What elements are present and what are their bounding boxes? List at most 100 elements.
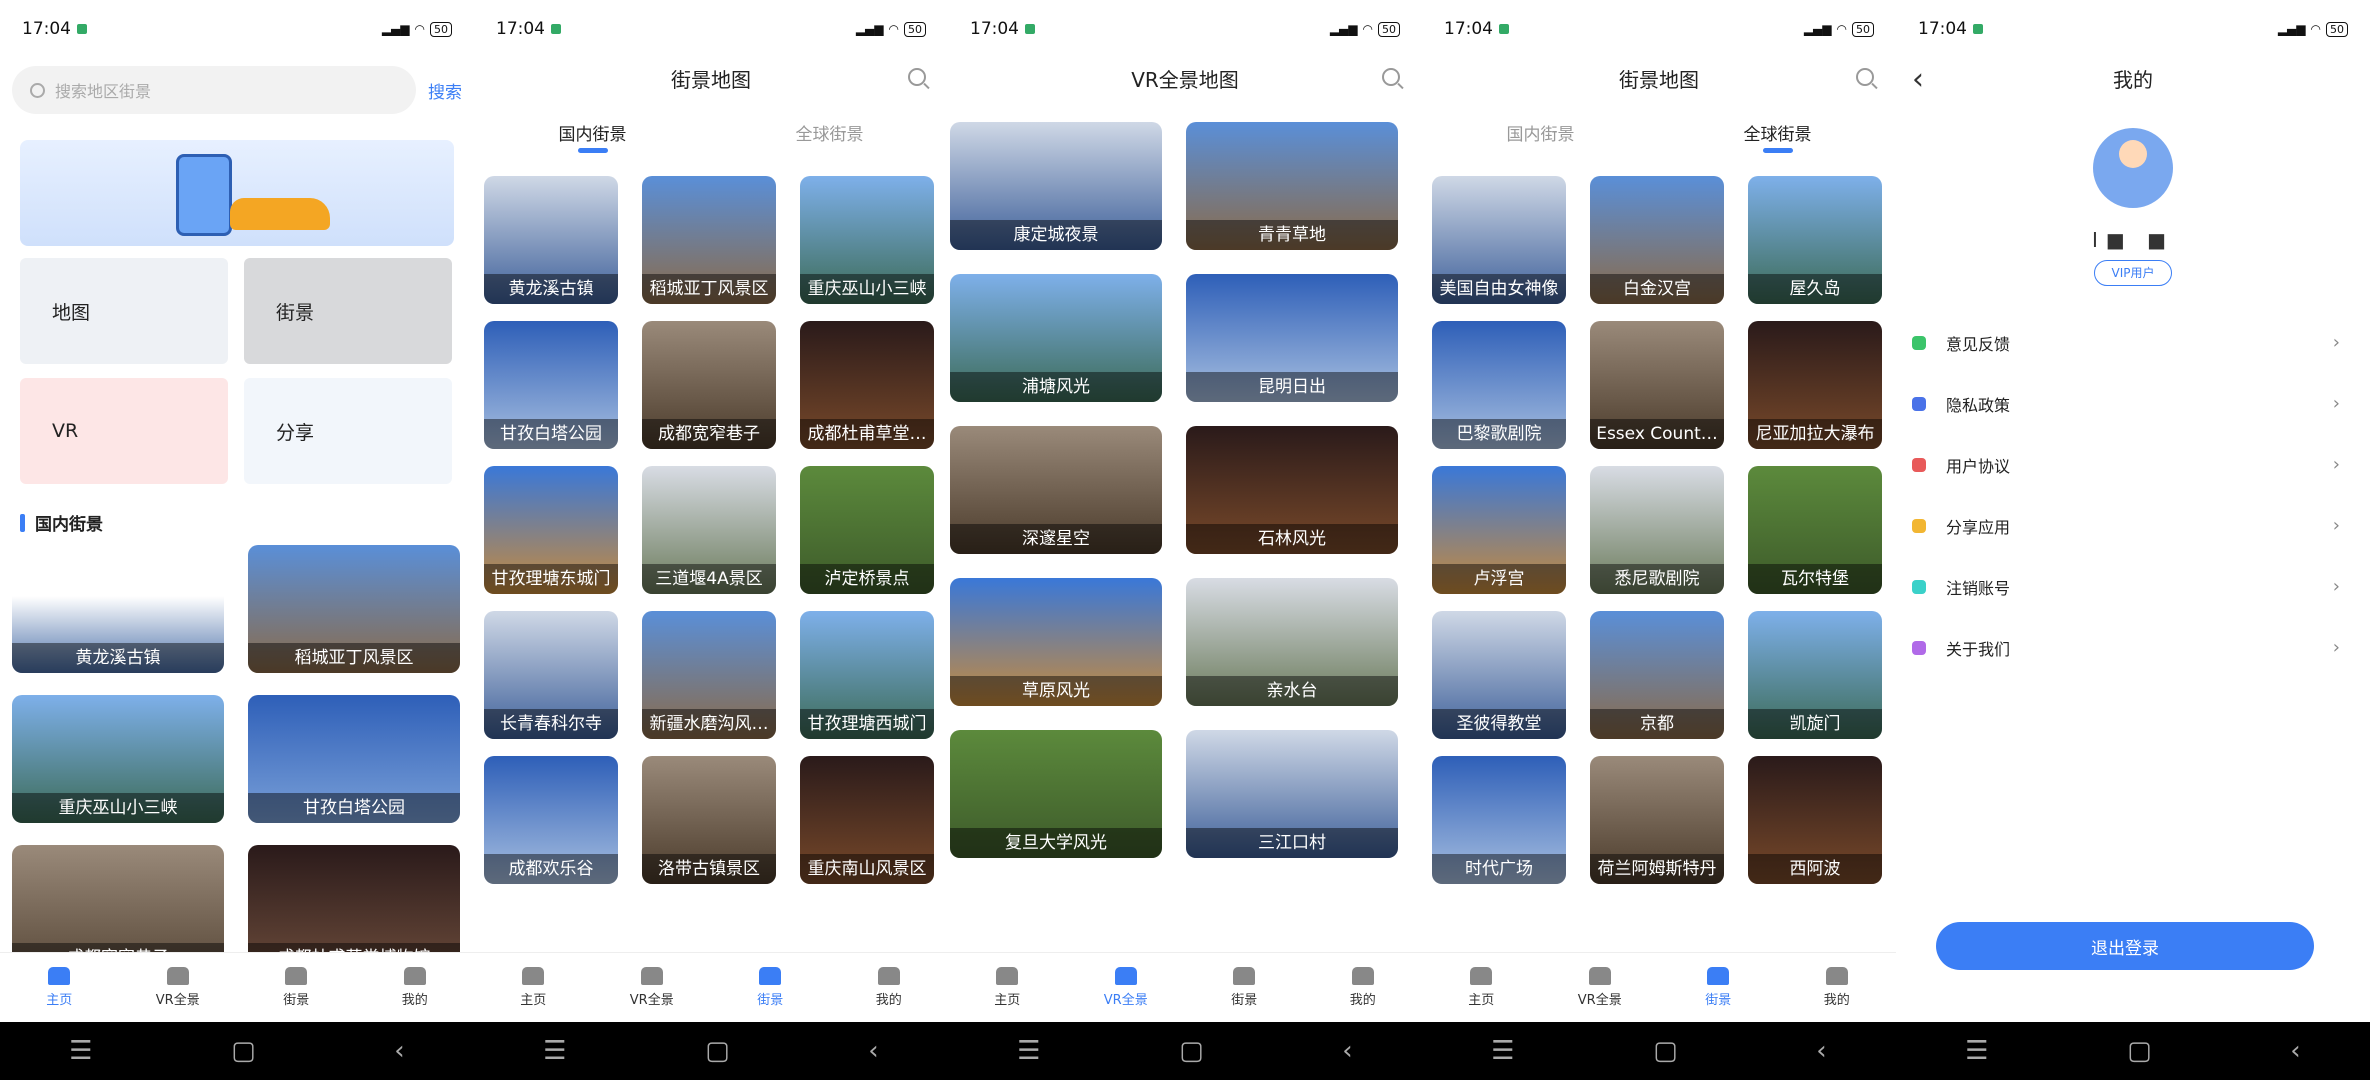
scene-card[interactable]: 三道堰4A景区 bbox=[642, 466, 776, 594]
tab-domestic[interactable]: 国内街景 bbox=[474, 110, 711, 170]
nav-street[interactable]: 街景 bbox=[1185, 953, 1304, 1022]
feature-map[interactable]: 地图 bbox=[20, 258, 228, 364]
home-square-icon[interactable]: ▢ bbox=[1179, 1036, 1204, 1066]
scene-card[interactable]: Essex Count… bbox=[1590, 321, 1724, 449]
scene-card[interactable]: 长青春科尔寺 bbox=[484, 611, 618, 739]
scene-card[interactable]: 荷兰阿姆斯特丹 bbox=[1590, 756, 1724, 884]
logout-button[interactable]: 退出登录 bbox=[1936, 922, 2314, 970]
scene-card[interactable]: 三江口村 bbox=[1186, 730, 1398, 858]
menu-item[interactable]: 关于我们 › bbox=[1896, 617, 2370, 678]
menu-item[interactable]: 意见反馈 › bbox=[1896, 312, 2370, 373]
feature-street[interactable]: 街景 bbox=[244, 258, 452, 364]
scene-card[interactable]: 甘孜理塘西城门 bbox=[800, 611, 934, 739]
scene-card[interactable]: 稻城亚丁风景区 bbox=[248, 545, 460, 673]
nav-street[interactable]: 街景 bbox=[237, 953, 356, 1022]
menu-icon[interactable]: ☰ bbox=[1965, 1036, 1988, 1066]
home-square-icon[interactable]: ▢ bbox=[2127, 1036, 2152, 1066]
scene-card[interactable]: 石林风光 bbox=[1186, 426, 1398, 554]
scene-card[interactable]: 重庆巫山小三峡 bbox=[800, 176, 934, 304]
home-banner[interactable] bbox=[20, 140, 454, 246]
home-square-icon[interactable]: ▢ bbox=[705, 1036, 730, 1066]
scene-card[interactable]: 屋久岛 bbox=[1748, 176, 1882, 304]
nav-me[interactable]: 我的 bbox=[830, 953, 949, 1022]
nav-me[interactable]: 我的 bbox=[1304, 953, 1423, 1022]
nav-me[interactable]: 我的 bbox=[356, 953, 475, 1022]
search-button[interactable]: 搜索 bbox=[428, 78, 462, 103]
scene-card[interactable]: 圣彼得教堂 bbox=[1432, 611, 1566, 739]
scene-card[interactable]: 泸定桥景点 bbox=[800, 466, 934, 594]
scene-card[interactable]: 尼亚加拉大瀑布 bbox=[1748, 321, 1882, 449]
menu-icon[interactable]: ☰ bbox=[69, 1036, 92, 1066]
nav-vr[interactable]: VR全景 bbox=[1541, 953, 1660, 1022]
back-icon[interactable]: ‹ bbox=[1342, 1036, 1352, 1066]
search-icon[interactable] bbox=[1856, 68, 1874, 86]
menu-item[interactable]: 注销账号 › bbox=[1896, 556, 2370, 617]
feature-vr[interactable]: VR bbox=[20, 378, 228, 484]
scene-card[interactable]: 瓦尔特堡 bbox=[1748, 466, 1882, 594]
home-search-input[interactable]: 搜索地区街景 bbox=[12, 66, 416, 114]
back-icon[interactable]: ‹ bbox=[1912, 62, 1924, 97]
scene-card[interactable]: 成都杜甫草堂… bbox=[800, 321, 934, 449]
back-icon[interactable]: ‹ bbox=[1816, 1036, 1826, 1066]
scene-card[interactable]: 洛带古镇景区 bbox=[642, 756, 776, 884]
scene-card[interactable]: 重庆巫山小三峡 bbox=[12, 695, 224, 823]
scene-card[interactable]: 黄龙溪古镇 bbox=[12, 545, 224, 673]
back-icon[interactable]: ‹ bbox=[394, 1036, 404, 1066]
menu-icon[interactable]: ☰ bbox=[543, 1036, 566, 1066]
home-square-icon[interactable]: ▢ bbox=[1653, 1036, 1678, 1066]
street-icon bbox=[1707, 967, 1730, 985]
search-icon[interactable] bbox=[1382, 68, 1400, 86]
back-icon[interactable]: ‹ bbox=[868, 1036, 878, 1066]
scene-card[interactable]: 西阿波 bbox=[1748, 756, 1882, 884]
scene-card[interactable]: 成都宽窄巷子 bbox=[642, 321, 776, 449]
system-nav-bar: ☰ ▢ ‹ bbox=[948, 1022, 1422, 1080]
menu-item[interactable]: 用户协议 › bbox=[1896, 434, 2370, 495]
scene-card[interactable]: 青青草地 bbox=[1186, 122, 1398, 250]
nav-vr[interactable]: VR全景 bbox=[119, 953, 238, 1022]
scene-card[interactable]: 凯旋门 bbox=[1748, 611, 1882, 739]
scene-card[interactable]: 重庆南山风景区 bbox=[800, 756, 934, 884]
feature-share[interactable]: 分享 bbox=[244, 378, 452, 484]
scene-card[interactable]: 京都 bbox=[1590, 611, 1724, 739]
nav-street[interactable]: 街景 bbox=[711, 953, 830, 1022]
menu-icon[interactable]: ☰ bbox=[1017, 1036, 1040, 1066]
nav-vr[interactable]: VR全景 bbox=[1067, 953, 1186, 1022]
scene-card[interactable]: 巴黎歌剧院 bbox=[1432, 321, 1566, 449]
scene-card[interactable]: 康定城夜景 bbox=[950, 122, 1162, 250]
search-icon[interactable] bbox=[908, 68, 926, 86]
menu-icon[interactable]: ☰ bbox=[1491, 1036, 1514, 1066]
menu-item[interactable]: 分享应用 › bbox=[1896, 495, 2370, 556]
scene-card[interactable]: 甘孜理塘东城门 bbox=[484, 466, 618, 594]
scene-card[interactable]: 美国自由女神像 bbox=[1432, 176, 1566, 304]
scene-card[interactable]: 浦塘风光 bbox=[950, 274, 1162, 402]
scene-card[interactable]: 卢浮宫 bbox=[1432, 466, 1566, 594]
menu-item[interactable]: 隐私政策 › bbox=[1896, 373, 2370, 434]
back-icon[interactable]: ‹ bbox=[2290, 1036, 2300, 1066]
scene-card[interactable]: 新疆水磨沟风… bbox=[642, 611, 776, 739]
scene-card[interactable]: 甘孜白塔公园 bbox=[484, 321, 618, 449]
scene-card[interactable]: 亲水台 bbox=[1186, 578, 1398, 706]
scene-card[interactable]: 成都欢乐谷 bbox=[484, 756, 618, 884]
tab-domestic[interactable]: 国内街景 bbox=[1422, 110, 1659, 170]
scene-card[interactable]: 黄龙溪古镇 bbox=[484, 176, 618, 304]
tab-global[interactable]: 全球街景 bbox=[711, 110, 948, 170]
nav-street[interactable]: 街景 bbox=[1659, 953, 1778, 1022]
scene-card[interactable]: 复旦大学风光 bbox=[950, 730, 1162, 858]
scene-card[interactable]: 白金汉宫 bbox=[1590, 176, 1724, 304]
scene-card[interactable]: 时代广场 bbox=[1432, 756, 1566, 884]
nav-home[interactable]: 主页 bbox=[1422, 953, 1541, 1022]
nav-me[interactable]: 我的 bbox=[1778, 953, 1897, 1022]
scene-card[interactable]: 草原风光 bbox=[950, 578, 1162, 706]
avatar[interactable] bbox=[2093, 128, 2173, 208]
nav-home[interactable]: 主页 bbox=[948, 953, 1067, 1022]
scene-card[interactable]: 甘孜白塔公园 bbox=[248, 695, 460, 823]
nav-vr[interactable]: VR全景 bbox=[593, 953, 712, 1022]
scene-card[interactable]: 悉尼歌剧院 bbox=[1590, 466, 1724, 594]
scene-card[interactable]: 昆明日出 bbox=[1186, 274, 1398, 402]
nav-home[interactable]: 主页 bbox=[0, 953, 119, 1022]
scene-card[interactable]: 深邃星空 bbox=[950, 426, 1162, 554]
home-square-icon[interactable]: ▢ bbox=[231, 1036, 256, 1066]
scene-card[interactable]: 稻城亚丁风景区 bbox=[642, 176, 776, 304]
tab-global[interactable]: 全球街景 bbox=[1659, 110, 1896, 170]
nav-home[interactable]: 主页 bbox=[474, 953, 593, 1022]
